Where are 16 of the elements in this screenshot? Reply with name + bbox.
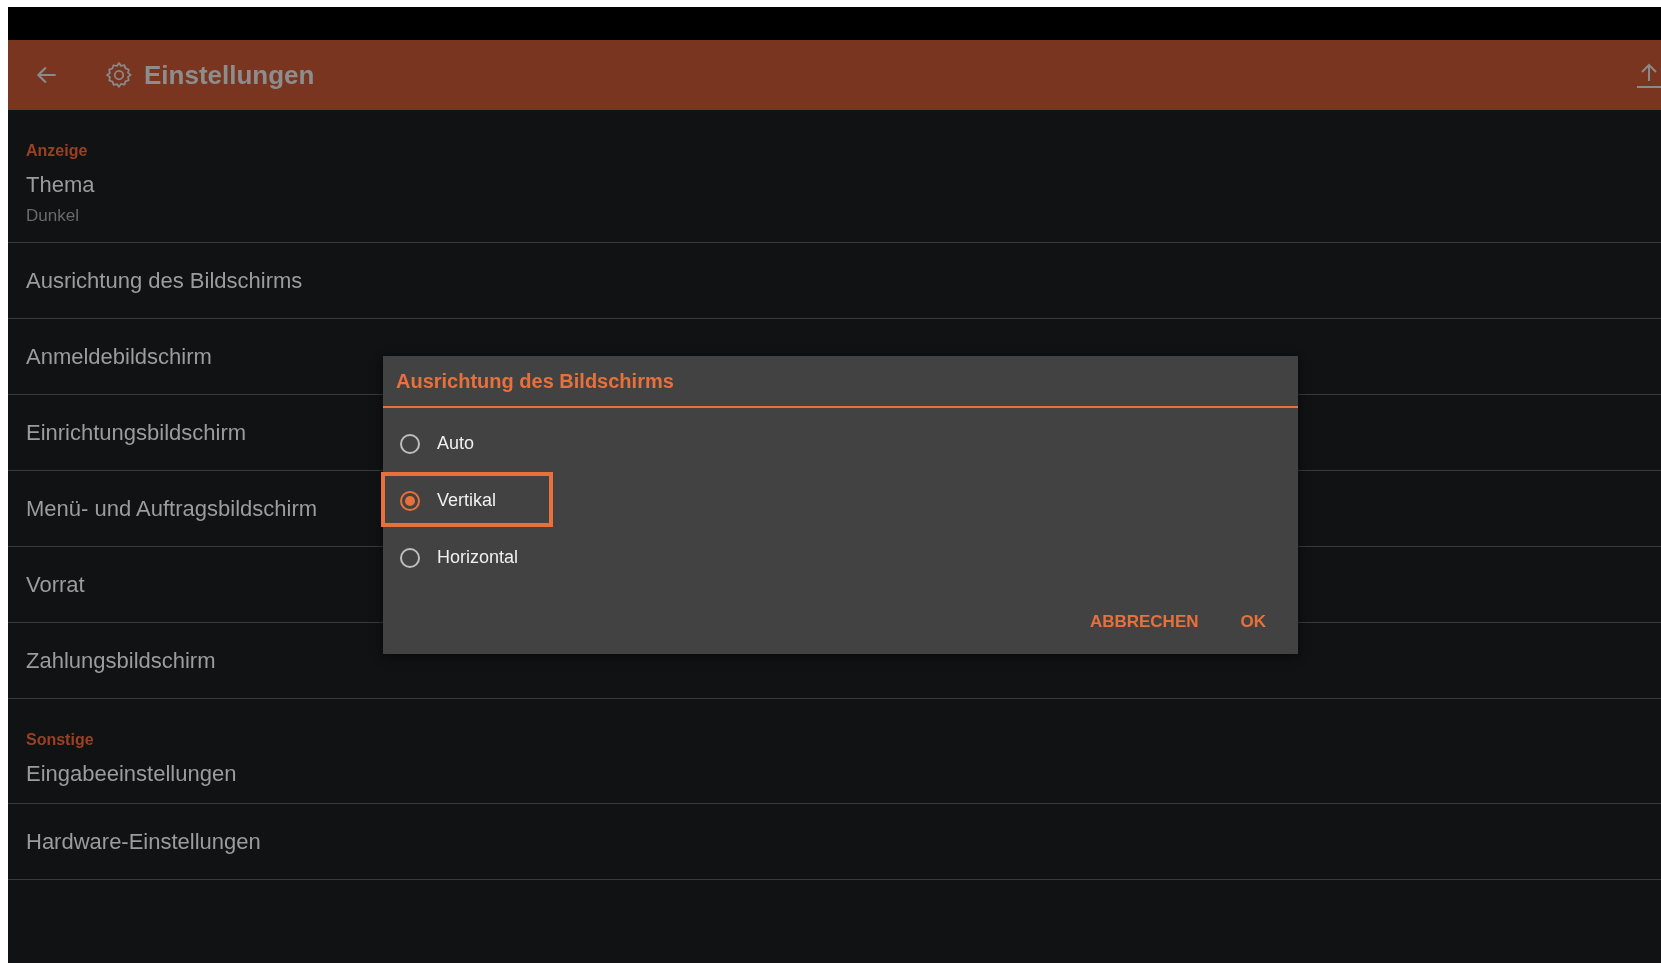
settings-item[interactable]: Thema Dunkel bbox=[8, 160, 1661, 243]
upload-icon[interactable] bbox=[1637, 61, 1661, 89]
radio-option[interactable]: Horizontal bbox=[383, 546, 535, 569]
settings-item[interactable]: Hardware-Einstellungen bbox=[8, 804, 1661, 880]
radio-button[interactable] bbox=[399, 546, 421, 569]
radio-button[interactable] bbox=[399, 432, 421, 455]
radio-option[interactable]: Auto bbox=[383, 432, 491, 455]
settings-item[interactable]: Eingabeeinstellungen bbox=[8, 749, 1661, 804]
settings-item[interactable]: Ausrichtung des Bildschirms bbox=[8, 243, 1661, 319]
dialog-title: Ausrichtung des Bildschirms bbox=[383, 356, 1298, 408]
section-header: Anzeige bbox=[25, 141, 89, 160]
screen-title: Einstellungen bbox=[144, 59, 316, 91]
radio-option[interactable]: Vertikal bbox=[383, 489, 513, 512]
settings-icon bbox=[104, 60, 134, 90]
section-header: Sonstige bbox=[25, 730, 95, 749]
radio-button[interactable] bbox=[399, 489, 421, 512]
